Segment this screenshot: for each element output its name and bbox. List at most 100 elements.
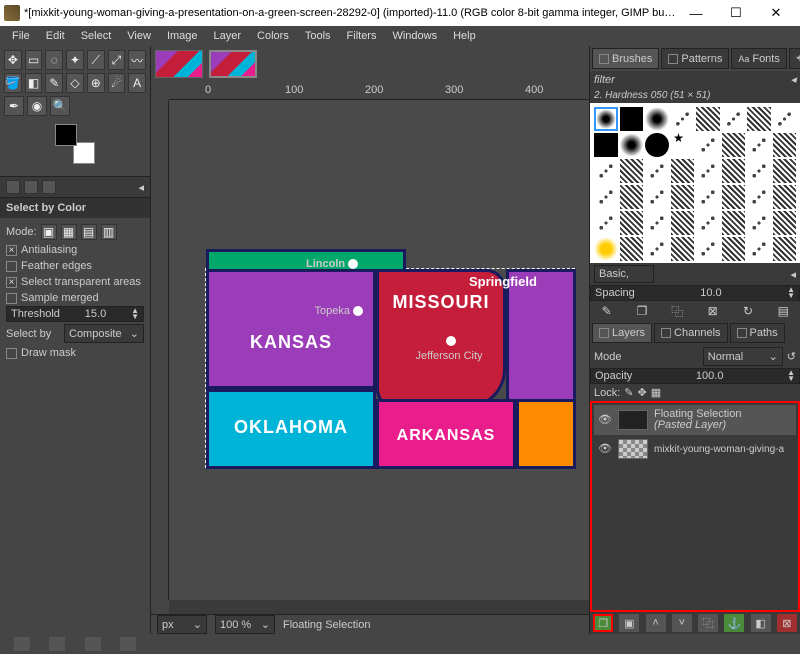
channels-tab[interactable]: Channels xyxy=(654,323,727,343)
image-tab-2[interactable] xyxy=(209,50,257,78)
image-tab-1[interactable] xyxy=(155,50,203,78)
visibility-toggle-icon[interactable] xyxy=(598,413,612,427)
minimize-button[interactable]: — xyxy=(676,0,716,26)
brush-item[interactable] xyxy=(645,159,669,183)
menu-filters[interactable]: Filters xyxy=(339,28,385,44)
brush-preset-dropdown[interactable]: Basic, xyxy=(594,265,654,283)
menu-windows[interactable]: Windows xyxy=(384,28,445,44)
brush-item[interactable] xyxy=(671,159,695,183)
brush-item[interactable] xyxy=(645,237,669,261)
brush-item[interactable] xyxy=(773,159,797,183)
pencil-tool[interactable]: ✎ xyxy=(45,73,63,93)
brush-item[interactable] xyxy=(645,107,669,131)
feather-checkbox[interactable] xyxy=(6,261,17,272)
device-tab-icon[interactable] xyxy=(24,180,38,194)
menu-edit[interactable]: Edit xyxy=(38,28,73,44)
mode-subtract-icon[interactable]: ▤ xyxy=(81,224,97,240)
brush-item[interactable] xyxy=(696,107,720,131)
brush-item[interactable] xyxy=(747,133,771,157)
sample-merged-checkbox[interactable] xyxy=(6,293,17,304)
color-picker-tool[interactable]: ◉ xyxy=(27,96,47,116)
menu-tools[interactable]: Tools xyxy=(297,28,339,44)
crop-tool[interactable]: ⟋ xyxy=(87,50,105,70)
brush-item[interactable] xyxy=(747,211,771,235)
layer-thumbnail[interactable] xyxy=(618,410,648,430)
lock-alpha-icon[interactable]: ▦ xyxy=(651,386,661,399)
brush-item[interactable] xyxy=(620,159,644,183)
canvas-image[interactable]: Topeka KANSAS MISSOURI Jefferson City Sp… xyxy=(205,268,575,468)
brush-item[interactable] xyxy=(671,211,695,235)
fg-color-swatch[interactable] xyxy=(55,124,77,146)
brush-item[interactable] xyxy=(674,133,684,143)
brush-item[interactable] xyxy=(620,107,644,131)
threshold-spinner[interactable]: ▲▼ xyxy=(131,308,139,320)
transparent-checkbox[interactable] xyxy=(6,277,17,288)
move-tool[interactable]: ✥ xyxy=(4,50,22,70)
menu-view[interactable]: View xyxy=(119,28,159,44)
visibility-toggle-icon[interactable] xyxy=(598,442,612,456)
new-brush-icon[interactable]: ❐ xyxy=(635,304,649,318)
lock-pixels-icon[interactable]: ✎ xyxy=(624,386,633,399)
brush-item[interactable] xyxy=(671,185,695,209)
brush-item[interactable] xyxy=(773,211,797,235)
unit-dropdown[interactable]: px⌄ xyxy=(157,615,207,634)
clone-tool[interactable]: ⊕ xyxy=(87,73,105,93)
brush-item[interactable] xyxy=(696,159,720,183)
dock-menu-icon[interactable]: ◂ xyxy=(138,181,144,194)
history-tab[interactable]: ⟲History xyxy=(789,48,800,69)
menu-help[interactable]: Help xyxy=(445,28,484,44)
path-tool[interactable]: ✒ xyxy=(4,96,24,116)
patterns-tab[interactable]: Patterns xyxy=(661,48,729,69)
new-group-button[interactable]: ▣ xyxy=(619,614,639,632)
brush-item[interactable] xyxy=(722,159,746,183)
horizontal-scrollbar[interactable] xyxy=(169,600,589,614)
brush-item[interactable] xyxy=(594,237,618,261)
layer-row[interactable]: mixkit-young-woman-giving-a xyxy=(594,435,796,463)
open-as-image-icon[interactable]: ▤ xyxy=(776,304,790,318)
brush-item[interactable] xyxy=(696,237,720,261)
blend-mode-dropdown[interactable]: Normal⌄ xyxy=(703,347,783,366)
warp-tool[interactable]: 〰 xyxy=(128,50,146,70)
mode-replace-icon[interactable]: ▣ xyxy=(41,224,57,240)
menu-select[interactable]: Select xyxy=(73,28,120,44)
brushes-tab[interactable]: Brushes xyxy=(592,48,659,69)
layer-row[interactable]: Floating Selection(Pasted Layer) xyxy=(594,405,796,435)
restore-preset-icon[interactable] xyxy=(49,637,65,651)
brush-item[interactable] xyxy=(722,107,746,131)
canvas-viewport[interactable]: Topeka KANSAS MISSOURI Jefferson City Sp… xyxy=(169,100,589,600)
close-button[interactable]: ✕ xyxy=(756,0,796,26)
refresh-brush-icon[interactable]: ↻ xyxy=(741,304,755,318)
spacing-spinner[interactable]: ▲▼ xyxy=(787,287,795,299)
brush-item[interactable] xyxy=(747,159,771,183)
menu-colors[interactable]: Colors xyxy=(249,28,297,44)
brush-item[interactable] xyxy=(620,237,644,261)
brush-item[interactable] xyxy=(773,107,797,131)
delete-layer-button[interactable]: ⊠ xyxy=(777,614,797,632)
brush-item[interactable] xyxy=(645,211,669,235)
mode-intersect-icon[interactable]: ▥ xyxy=(101,224,117,240)
lower-layer-button[interactable]: ˅ xyxy=(672,614,692,632)
brush-item[interactable] xyxy=(773,133,797,157)
brush-item[interactable] xyxy=(696,211,720,235)
fg-bg-colors[interactable] xyxy=(55,124,95,164)
threshold-input[interactable]: Threshold 15.0 ▲▼ xyxy=(6,306,144,322)
brush-item[interactable] xyxy=(594,107,618,131)
brush-item[interactable] xyxy=(722,185,746,209)
brush-item[interactable] xyxy=(594,159,618,183)
brush-item[interactable] xyxy=(696,133,720,157)
brush-filter-input[interactable]: filter◂ xyxy=(590,71,800,88)
fuzzy-select-tool[interactable]: ✦ xyxy=(66,50,84,70)
brush-item[interactable] xyxy=(722,133,746,157)
brush-item[interactable] xyxy=(594,185,618,209)
smudge-tool[interactable]: ☄ xyxy=(108,73,126,93)
brush-item[interactable] xyxy=(747,107,771,131)
brush-item[interactable] xyxy=(773,237,797,261)
brush-item[interactable] xyxy=(671,107,695,131)
paths-tab[interactable]: Paths xyxy=(730,323,785,343)
delete-preset-icon[interactable] xyxy=(85,637,101,651)
duplicate-layer-button[interactable]: ⿻ xyxy=(698,614,718,632)
layers-tab[interactable]: Layers xyxy=(592,323,652,343)
images-tab-icon[interactable] xyxy=(42,180,56,194)
brush-item[interactable] xyxy=(773,185,797,209)
brush-item[interactable] xyxy=(747,185,771,209)
